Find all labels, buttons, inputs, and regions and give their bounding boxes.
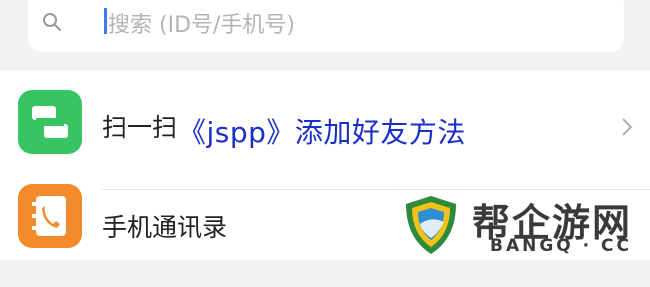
shield-logo-icon (406, 196, 456, 254)
watermark-logo: 帮企游网 BANGQ · CC (402, 192, 642, 258)
search-placeholder: 搜索 (ID号/手机号) (108, 13, 296, 38)
chevron-right-icon (622, 118, 633, 136)
menu-item-label: 手机通讯录 (102, 213, 228, 242)
text-cursor (104, 8, 107, 34)
article-title: 《jspp》添加好友方法 (178, 116, 466, 149)
scan-icon (18, 90, 82, 154)
menu-item-label: 扫一扫 (102, 113, 178, 142)
search-area: 搜索 (ID号/手机号) (0, 0, 650, 70)
search-icon (43, 13, 61, 31)
search-input[interactable]: 搜索 (ID号/手机号) (28, 0, 624, 52)
watermark-domain: BANGQ · CC (490, 236, 632, 256)
phone-contacts-icon (18, 184, 82, 248)
